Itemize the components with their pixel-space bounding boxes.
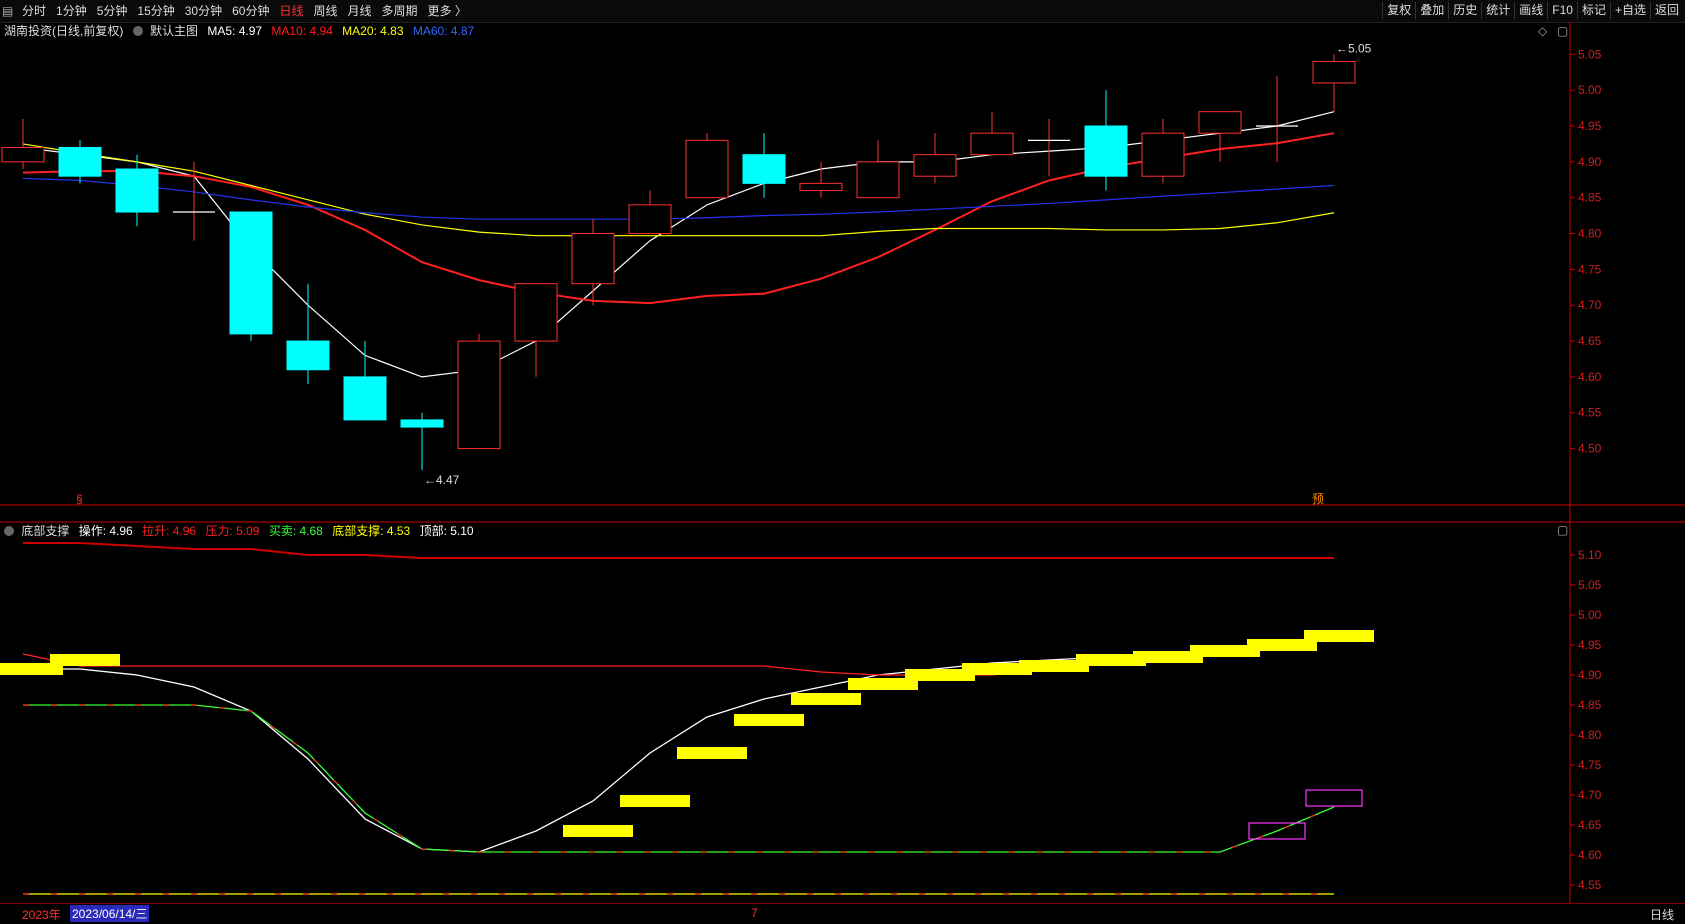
candle-12 <box>685 133 729 199</box>
candle-18 <box>1028 118 1070 177</box>
buy-bar-15 <box>1304 630 1374 642</box>
month-mark: 7 <box>751 906 758 920</box>
sub-y-tick-label-7: 4.75 <box>1578 758 1602 772</box>
indicator-line-2 <box>23 542 1334 559</box>
buy-bar-2 <box>563 825 633 837</box>
candle-body <box>343 376 387 421</box>
period-label[interactable]: 日线 <box>1650 906 1674 923</box>
buy-bar-4 <box>677 747 747 759</box>
price-annotation-0: ←4.47 <box>424 473 460 487</box>
main-y-tick-label-6: 4.75 <box>1578 262 1602 276</box>
candle-21 <box>1198 111 1242 162</box>
main-y-tick-label-11: 4.50 <box>1578 442 1602 456</box>
chart-canvas[interactable]: 5.05 5.00 4.95 4.90 4.85 4.80 4.75 4.70 4.65 4.60… <box>0 0 1685 903</box>
main-y-tick-label-9: 4.60 <box>1578 370 1602 384</box>
close-panel-icon: ▢ <box>1557 24 1568 38</box>
main-y-tick-label-3: 4.90 <box>1578 155 1602 169</box>
indicator-dash-0 <box>23 704 1335 853</box>
candle-body <box>400 419 444 428</box>
main-y-tick-label-7: 4.70 <box>1578 298 1602 312</box>
candle-body <box>970 132 1014 156</box>
sub-y-tick-label-8: 4.70 <box>1578 788 1602 802</box>
sub-y-tick-label-4: 4.90 <box>1578 668 1602 682</box>
main-y-tick-label-1: 5.00 <box>1578 83 1602 97</box>
candle-body <box>457 340 501 450</box>
candle-body <box>856 161 900 199</box>
candle-body <box>913 154 957 177</box>
sub-y-tick-label-5: 4.85 <box>1578 698 1602 712</box>
indicator-line-3 <box>23 704 1335 853</box>
sub-y-tick-label-11: 4.55 <box>1578 878 1602 892</box>
candle-body <box>1141 132 1185 177</box>
candle-5 <box>286 283 330 385</box>
candle-body <box>58 147 102 177</box>
candle-body <box>1312 61 1356 84</box>
ma-line-ma5 <box>22 111 1335 378</box>
buy-bar-5 <box>734 714 804 726</box>
main-y-tick-label-4: 4.85 <box>1578 191 1602 205</box>
candle-23 <box>1312 54 1356 112</box>
main-y-tick-label-8: 4.65 <box>1578 334 1602 348</box>
ma-line-ma60 <box>22 177 1335 220</box>
main-y-tick-label-10: 4.55 <box>1578 406 1602 420</box>
sub-y-tick-label-6: 4.80 <box>1578 728 1602 742</box>
candle-6 <box>343 341 387 421</box>
sub-y-tick-label-1: 5.05 <box>1578 578 1602 592</box>
candle-body <box>685 139 729 199</box>
signal-box-1 <box>1305 789 1363 807</box>
price-annotation-1: ←5.05 <box>1336 41 1372 55</box>
candle-19 <box>1084 90 1128 191</box>
year-label: 2023年 <box>22 908 61 922</box>
candle-16 <box>913 133 957 184</box>
candle-9 <box>514 283 558 377</box>
ma-line-ma20 <box>22 143 1335 237</box>
candle-body <box>571 233 615 285</box>
candle-22 <box>1256 75 1298 162</box>
sub-y-tick-label-0: 5.10 <box>1578 548 1602 562</box>
buy-bar-6 <box>791 693 861 705</box>
candle-17 <box>970 111 1014 156</box>
candle-15 <box>856 140 900 199</box>
main-y-tick-label-0: 5.05 <box>1578 47 1602 61</box>
candle-13 <box>742 133 786 198</box>
close-indicator-icon: ▢ <box>1557 523 1568 537</box>
candle-body <box>1 147 45 163</box>
candle-body <box>115 168 159 213</box>
candle-body <box>628 204 672 235</box>
candle-body <box>742 154 786 184</box>
candle-body <box>1198 111 1242 134</box>
candle-body <box>799 182 843 192</box>
main-y-tick-label-2: 4.95 <box>1578 119 1602 133</box>
candle-body <box>1084 125 1128 177</box>
sub-y-tick-label-9: 4.65 <box>1578 818 1602 832</box>
sub-y-tick-label-10: 4.60 <box>1578 848 1602 862</box>
candle-0 <box>1 118 45 170</box>
diamond-icon: ◇ <box>1538 24 1548 38</box>
candle-8 <box>457 333 501 450</box>
sub-y-tick-label-3: 4.95 <box>1578 638 1602 652</box>
candle-11 <box>628 190 672 235</box>
buy-bar-3 <box>620 795 690 807</box>
candle-4 <box>229 211 273 342</box>
candle-body <box>514 283 558 342</box>
buy-bar-1 <box>50 654 120 666</box>
candle-20 <box>1141 118 1185 184</box>
candle-body <box>229 211 273 335</box>
candle-1 <box>58 140 102 184</box>
candle-3 <box>173 161 215 241</box>
candle-body <box>286 340 330 371</box>
cursor-date: 2023/06/14/三 <box>70 905 150 922</box>
candle-7 <box>400 412 444 471</box>
forecast-marker: 预 <box>1312 492 1324 506</box>
start-marker: § <box>76 492 83 506</box>
sub-y-tick-label-2: 5.00 <box>1578 608 1602 622</box>
date-bar: 2023年 2023/06/14/三 7 日线 <box>0 903 1685 924</box>
candle-10 <box>571 219 615 306</box>
indicator-line-0 <box>23 638 1335 853</box>
main-y-tick-label-5: 4.80 <box>1578 227 1602 241</box>
